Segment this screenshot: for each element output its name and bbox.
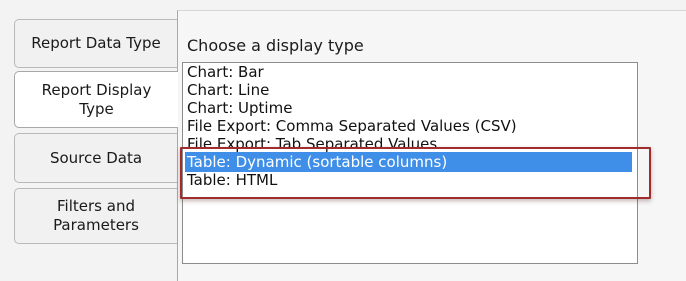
tab-source-data[interactable]: Source Data bbox=[14, 133, 177, 183]
list-item[interactable]: File Export: Comma Separated Values (CSV… bbox=[187, 116, 517, 136]
display-type-listbox[interactable]: Chart: Bar Chart: Line Chart: Uptime Fil… bbox=[182, 62, 638, 264]
list-item[interactable]: Chart: Uptime bbox=[187, 98, 292, 118]
tab-report-data-type[interactable]: Report Data Type bbox=[14, 19, 177, 68]
list-item[interactable]: Chart: Bar bbox=[187, 63, 264, 82]
list-item-selected[interactable]: Table: Dynamic (sortable columns) bbox=[185, 152, 632, 172]
list-item[interactable]: Chart: Line bbox=[187, 80, 269, 100]
tab-label: Report Data Type bbox=[31, 34, 161, 52]
tab-label: Report Display Type bbox=[41, 80, 152, 118]
tab-filters-and-parameters[interactable]: Filters and Parameters bbox=[14, 188, 177, 244]
display-type-label: Choose a display type bbox=[187, 36, 364, 55]
tab-report-display-type[interactable]: Report Display Type bbox=[14, 71, 178, 128]
tab-label: Filters and Parameters bbox=[53, 197, 139, 234]
report-wizard: Report Data Type Report Display Type Sou… bbox=[0, 0, 686, 281]
list-item[interactable]: File Export: Tab Separated Values bbox=[187, 134, 437, 154]
list-item[interactable]: Table: HTML bbox=[187, 170, 277, 190]
tab-label: Source Data bbox=[49, 148, 143, 167]
